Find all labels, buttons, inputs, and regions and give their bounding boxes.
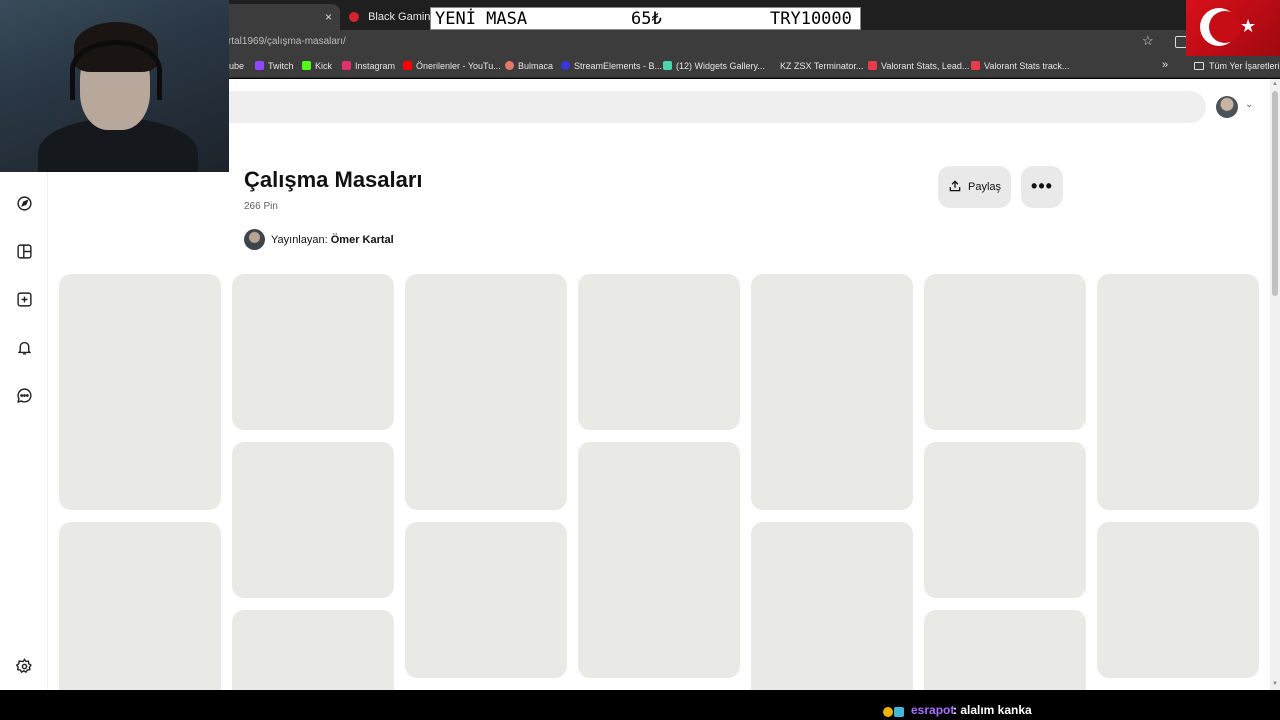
- kz-icon: [767, 61, 776, 70]
- chevron-down-icon[interactable]: ⌄: [1245, 99, 1253, 110]
- twitch-icon: [255, 61, 264, 70]
- headset-icon: [70, 40, 162, 100]
- bookmarks-overflow-icon[interactable]: »: [1162, 59, 1168, 71]
- explore-icon[interactable]: [16, 195, 33, 212]
- close-tab-icon[interactable]: ×: [325, 4, 332, 30]
- pin-placeholder[interactable]: [924, 274, 1086, 430]
- turkish-flag-icon: ★: [1186, 0, 1280, 56]
- widgets-icon: [663, 61, 672, 70]
- bookmark-kz-zsx[interactable]: KZ ZSX Terminator...: [767, 61, 863, 71]
- instagram-icon: [342, 61, 351, 70]
- bookmark-valorant-track[interactable]: Valorant Stats track...: [971, 61, 1069, 71]
- notifications-icon[interactable]: [16, 339, 33, 356]
- scroll-down-icon[interactable]: ▼: [1272, 681, 1278, 687]
- bookmark-instagram[interactable]: Instagram: [342, 61, 395, 71]
- pin-placeholder[interactable]: [232, 610, 394, 690]
- pin-placeholder[interactable]: [751, 274, 913, 510]
- bookmark-star-icon[interactable]: ☆: [1142, 33, 1154, 49]
- tab-title: Black Gaming Mas: [368, 11, 433, 23]
- pin-placeholder[interactable]: [1097, 274, 1259, 510]
- bookmark-streamelements[interactable]: StreamElements - B...: [561, 61, 662, 71]
- owner-avatar[interactable]: [244, 229, 265, 250]
- scroll-up-icon[interactable]: ▲: [1272, 81, 1278, 87]
- bookmark-twitch[interactable]: Twitch: [255, 61, 294, 71]
- bookmark-kick[interactable]: Kick: [302, 61, 332, 71]
- scrollbar-thumb[interactable]: [1272, 91, 1278, 296]
- pin-placeholder[interactable]: [924, 442, 1086, 598]
- subscriber-badge-icon: [883, 706, 893, 717]
- stream-chat-bar: esrapot : alalım kanka: [0, 690, 1280, 720]
- tab-favicon-icon: [349, 12, 359, 23]
- owner-label: Yayınlayan: Ömer Kartal: [271, 234, 394, 246]
- youtube-icon: [403, 61, 412, 70]
- folder-icon: [1194, 62, 1204, 70]
- pin-placeholder[interactable]: [59, 522, 221, 690]
- page-scrollbar[interactable]: ▲ ▼: [1270, 79, 1280, 690]
- pin-placeholder[interactable]: [924, 610, 1086, 690]
- browser-tab-black-gaming[interactable]: Black Gaming Mas: [345, 4, 433, 30]
- valorant-icon: [868, 61, 877, 70]
- share-button[interactable]: Paylaş: [938, 166, 1011, 208]
- page-title: Çalışma Masaları: [244, 167, 423, 192]
- stream-desk-banner: YENİ MASA 65₺ TRY10000: [430, 7, 861, 30]
- chat-badges: [883, 703, 905, 720]
- chat-username: esrapot: [911, 703, 955, 717]
- all-bookmarks-folder[interactable]: Tüm Yer İşaretleri: [1194, 61, 1280, 71]
- member-badge-icon: [894, 706, 904, 717]
- create-icon[interactable]: [16, 291, 33, 308]
- pin-placeholder[interactable]: [232, 274, 394, 430]
- board-icon[interactable]: [16, 243, 33, 260]
- banner-goal: TRY10000: [770, 9, 852, 29]
- pin-placeholder[interactable]: [578, 274, 740, 430]
- pin-placeholder[interactable]: [405, 522, 567, 678]
- banner-price: 65₺: [631, 9, 662, 29]
- search-input[interactable]: [229, 91, 1206, 123]
- streamer-webcam: [0, 0, 229, 172]
- pin-placeholder[interactable]: [1097, 522, 1259, 678]
- messages-icon[interactable]: [16, 387, 33, 404]
- owner-name: Ömer Kartal: [330, 234, 394, 246]
- url-input[interactable]: rtal1969/çalışma-masaları/: [228, 36, 346, 47]
- bookmark-youtube-recommended[interactable]: Önerilenler - YouTu...: [403, 61, 501, 71]
- valorant-icon: [971, 61, 980, 70]
- kick-icon: [302, 61, 311, 70]
- bulmaca-icon: [505, 61, 514, 70]
- pin-count: 266 Pin: [244, 201, 278, 212]
- more-options-button[interactable]: •••: [1021, 166, 1063, 208]
- bookmark-youtube[interactable]: ube: [229, 61, 244, 71]
- upload-icon: [949, 180, 961, 192]
- bookmark-bulmaca[interactable]: Bulmaca: [505, 61, 553, 71]
- settings-icon[interactable]: [15, 658, 33, 675]
- banner-new-desk: YENİ MASA: [435, 9, 528, 29]
- pin-placeholder[interactable]: [59, 274, 221, 510]
- pin-placeholder[interactable]: [751, 522, 913, 690]
- streamelements-icon: [561, 61, 570, 70]
- pin-placeholder[interactable]: [578, 442, 740, 678]
- pin-placeholder[interactable]: [232, 442, 394, 598]
- avatar[interactable]: [1216, 96, 1238, 118]
- pin-placeholder[interactable]: [405, 274, 567, 510]
- bookmark-widgets-gallery[interactable]: (12) Widgets Gallery...: [663, 61, 765, 71]
- chat-message: : alalım kanka: [953, 703, 1032, 717]
- bookmark-valorant-lead[interactable]: Valorant Stats, Lead...: [868, 61, 969, 71]
